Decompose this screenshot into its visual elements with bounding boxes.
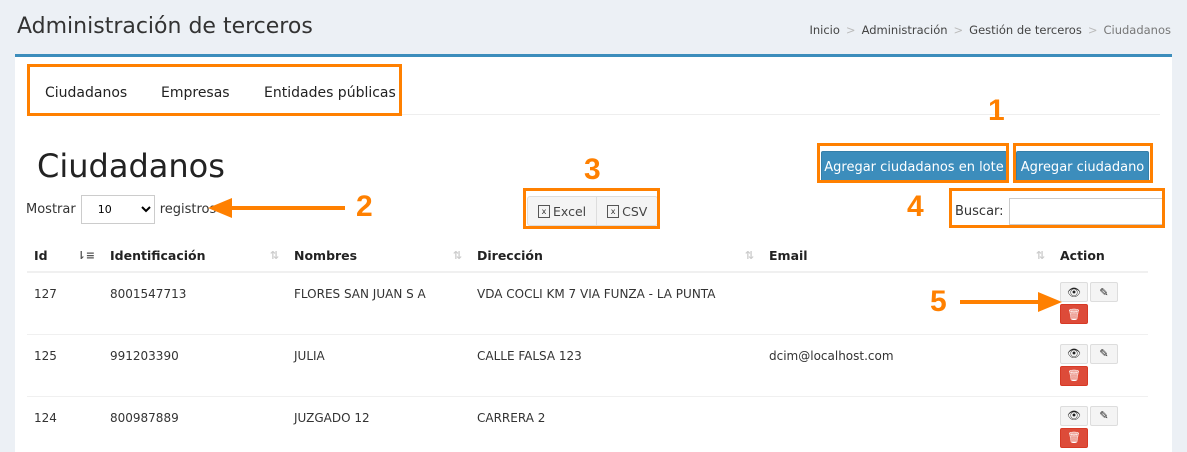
breadcrumb-item-gestion[interactable]: Gestión de terceros [969,23,1082,37]
cell-id: 127 [27,271,103,334]
excel-icon: x [538,204,550,218]
annotation-number-2: 2 [356,190,373,223]
table-row: 124 800987889 JUZGADO 12 CARRERA 2 👁 ✎ 🗑 [27,395,1148,452]
export-csv-button[interactable]: x CSV [596,197,657,225]
delete-button[interactable]: 🗑 [1060,304,1088,324]
view-button[interactable]: 👁 [1060,282,1088,302]
export-excel-button[interactable]: x Excel [528,197,596,225]
sort-desc-icon: ⇂≡ [76,249,95,262]
cell-email: dcim@localhost.com [762,333,1053,396]
trash-icon: 🗑 [1067,307,1081,321]
view-button[interactable]: 👁 [1060,405,1088,426]
trash-icon: 🗑 [1067,369,1081,382]
page-length-select[interactable]: 10 [80,195,155,224]
cell-direccion: VDA COCLI KM 7 VIA FUNZA - LA PUNTA [470,271,762,334]
column-header-label: Nombres [294,248,358,263]
eye-icon: 👁 [1067,285,1081,299]
cell-identificacion: 8001547713 [103,271,287,334]
tab-ciudadanos[interactable]: Ciudadanos [45,85,127,101]
cell-identificacion: 991203390 [103,333,287,396]
breadcrumb-item-inicio[interactable]: Inicio [809,23,839,37]
breadcrumb-item-current: Ciudadanos [1103,23,1171,37]
column-header-label: Id [34,248,48,263]
section-title: Ciudadanos [37,147,225,185]
column-header-id[interactable]: Id ⇂≡ [27,240,103,273]
cell-nombres: FLORES SAN JUAN S A [287,271,470,334]
export-csv-label: CSV [622,203,648,219]
table-row: 125 991203390 JULIA CALLE FALSA 123 dcim… [27,333,1148,396]
breadcrumb-item-administracion[interactable]: Administración [862,23,948,37]
sort-icon: ⇅ [269,249,279,262]
cell-actions: 👁 ✎ 🗑 [1053,271,1148,334]
column-header-nombres[interactable]: Nombres ⇅ [287,240,470,273]
length-prefix: Mostrar [26,202,76,217]
trash-icon: 🗑 [1067,431,1081,444]
annotation-number-4: 4 [907,190,924,223]
sort-icon: ⇅ [1035,249,1045,262]
column-header-direccion[interactable]: Dirección ⇅ [470,240,762,273]
edit-button[interactable]: ✎ [1090,405,1118,426]
column-header-label: Identificación [110,248,206,263]
cell-direccion: CARRERA 2 [470,395,762,452]
cell-nombres: JULIA [287,333,470,396]
breadcrumb-separator: > [953,23,964,37]
edit-icon: ✎ [1099,409,1109,422]
sort-icon: ⇅ [744,249,754,262]
annotation-number-3: 3 [584,153,601,186]
delete-button[interactable]: 🗑 [1060,365,1088,386]
table-header-row: Id ⇂≡ Identificación ⇅ Nombres ⇅ Dirección ⇅… [27,240,1148,273]
cell-nombres: JUZGADO 12 [287,395,470,452]
sort-icon: ⇅ [452,249,462,262]
column-header-label: Email [769,248,808,263]
cell-actions: 👁 ✎ 🗑 [1053,395,1148,452]
page-title: Administración de terceros [17,14,313,39]
cell-id: 124 [27,395,103,452]
csv-icon: x [607,204,620,218]
cell-id: 125 [27,333,103,396]
edit-button[interactable]: ✎ [1090,282,1118,302]
cell-actions: 👁 ✎ 🗑 [1053,333,1148,396]
length-menu: Mostrar 10 registros [26,195,216,224]
annotation-number-1: 1 [988,94,1005,127]
column-header-label: Dirección [477,248,543,263]
breadcrumb: Inicio > Administración > Gestión de ter… [809,23,1171,37]
column-header-identificacion[interactable]: Identificación ⇅ [103,240,287,273]
search-input[interactable] [1008,198,1164,225]
annotation-arrowhead-5 [1038,292,1062,312]
annotation-number-5: 5 [930,285,947,318]
search-label: Buscar: [955,204,1004,219]
add-batch-button[interactable]: Agregar ciudadanos en lote [821,151,1007,183]
edit-icon: ✎ [1099,347,1109,360]
add-citizen-button[interactable]: Agregar ciudadano [1016,151,1149,183]
tab-entidades-publicas[interactable]: Entidades públicas [264,85,396,101]
eye-icon: 👁 [1067,347,1081,360]
cell-email [762,395,1053,452]
annotation-arrowhead-2 [208,198,232,218]
breadcrumb-separator: > [1087,23,1098,37]
annotation-arrow-5 [960,300,1040,304]
delete-button[interactable]: 🗑 [1060,427,1088,448]
tab-empresas[interactable]: Empresas [161,85,230,101]
column-header-label: Action [1060,248,1105,263]
export-buttons: x Excel x CSV [527,196,659,226]
cell-identificacion: 800987889 [103,395,287,452]
edit-button[interactable]: ✎ [1090,343,1118,364]
annotation-arrow-2 [230,206,345,210]
column-header-action: Action [1053,240,1148,273]
breadcrumb-separator: > [845,23,856,37]
citizens-table: Id ⇂≡ Identificación ⇅ Nombres ⇅ Dirección ⇅… [27,240,1148,452]
eye-icon: 👁 [1067,409,1081,422]
export-excel-label: Excel [553,203,587,219]
view-button[interactable]: 👁 [1060,343,1088,364]
column-header-email[interactable]: Email ⇅ [762,240,1053,273]
search-box: Buscar: [955,198,1164,225]
edit-icon: ✎ [1099,285,1109,299]
cell-direccion: CALLE FALSA 123 [470,333,762,396]
